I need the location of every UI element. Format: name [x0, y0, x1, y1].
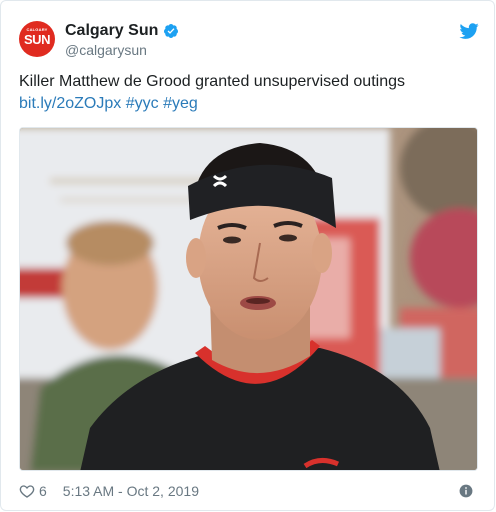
tweet-footer: 6 5:13 AM - Oct 2, 2019	[19, 479, 479, 503]
handle[interactable]: @calgarysun	[65, 42, 147, 58]
hashtag-yyc[interactable]: #yyc	[126, 95, 159, 112]
like-count[interactable]: 6	[39, 483, 47, 499]
heart-icon[interactable]	[19, 483, 35, 499]
tweet-text: Killer Matthew de Grood granted unsuperv…	[19, 71, 479, 115]
tweet-card: CALGARY SUN Calgary Sun @calgarysun Kill…	[0, 0, 495, 511]
avatar[interactable]: CALGARY SUN	[19, 21, 55, 57]
tweet-photo[interactable]	[19, 127, 478, 471]
avatar-logo-text: SUN	[24, 32, 50, 47]
timestamp[interactable]: 5:13 AM - Oct 2, 2019	[63, 483, 199, 499]
twitter-bird-icon[interactable]	[459, 21, 479, 41]
info-icon[interactable]	[459, 484, 473, 498]
hashtag-yeg[interactable]: #yeg	[163, 95, 198, 112]
verified-badge-icon	[164, 24, 179, 38]
photo-illustration	[20, 128, 477, 470]
tweet-link[interactable]: bit.ly/2oZOJpx	[19, 95, 121, 112]
display-name[interactable]: Calgary Sun	[65, 22, 158, 40]
tweet-links: bit.ly/2oZOJpx #yyc #yeg	[19, 93, 479, 115]
tweet-header: CALGARY SUN Calgary Sun @calgarysun	[19, 19, 479, 63]
name-row: Calgary Sun	[65, 21, 179, 41]
tweet-body: Killer Matthew de Grood granted unsuperv…	[19, 73, 405, 90]
